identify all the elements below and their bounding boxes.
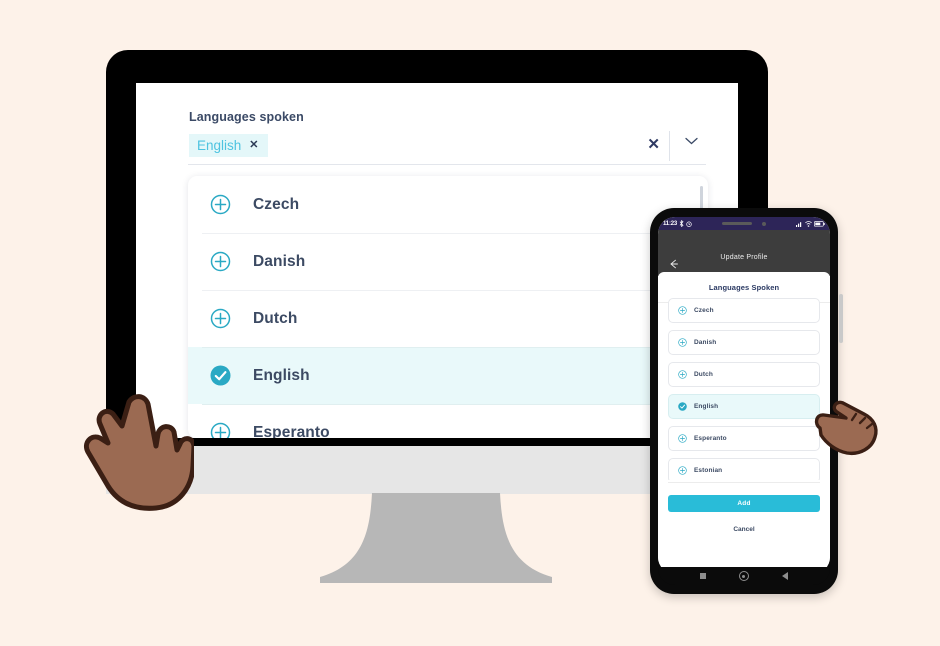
phone-screen: 11:23 Update Profile Languages Spoken Cz… bbox=[658, 217, 830, 574]
field-label: Languages spoken bbox=[189, 110, 304, 124]
selected-chip-english[interactable]: English ✕ bbox=[189, 134, 268, 157]
dropdown-option-label: Dutch bbox=[253, 309, 298, 327]
monitor-screen: Languages spoken English ✕ ✕ Czech Danish… bbox=[136, 83, 738, 438]
phone-notch bbox=[708, 217, 780, 230]
check-circle-icon[interactable] bbox=[210, 365, 231, 386]
phone-option-label: English bbox=[694, 403, 719, 410]
plus-circle-icon[interactable] bbox=[678, 338, 687, 347]
dropdown-option-row[interactable]: English bbox=[188, 347, 708, 404]
languages-bottom-sheet: Languages Spoken Czech Danish Dutch English… bbox=[658, 272, 830, 574]
dropdown-option-label: English bbox=[253, 366, 310, 384]
sheet-divider-bottom bbox=[668, 482, 820, 483]
wifi-icon bbox=[805, 220, 812, 227]
sheet-title: Languages Spoken bbox=[708, 283, 780, 292]
plus-circle-icon[interactable] bbox=[210, 422, 231, 438]
page-scrollbar[interactable] bbox=[839, 294, 843, 343]
back-triangle-icon[interactable] bbox=[781, 572, 788, 580]
add-button[interactable]: Add bbox=[668, 495, 820, 512]
dropdown-option-row[interactable]: Esperanto bbox=[188, 404, 708, 438]
phone-option-card[interactable]: Estonian bbox=[668, 458, 820, 480]
earpiece-speaker-icon bbox=[722, 222, 752, 225]
phone-options-list[interactable]: Czech Danish Dutch English Esperanto Estonian bbox=[658, 294, 830, 480]
phone-option-label: Dutch bbox=[694, 371, 713, 378]
alarm-icon bbox=[686, 221, 692, 227]
control-divider bbox=[669, 131, 670, 161]
phone-option-label: Esperanto bbox=[694, 435, 727, 442]
chevron-down-icon[interactable] bbox=[685, 137, 698, 145]
chip-label: English bbox=[197, 138, 242, 153]
battery-icon bbox=[814, 220, 825, 227]
plus-circle-icon[interactable] bbox=[210, 308, 231, 329]
home-circle-icon[interactable] bbox=[738, 571, 749, 581]
signal-icon bbox=[796, 221, 802, 227]
phone-option-label: Estonian bbox=[694, 467, 723, 474]
dropdown-option-label: Danish bbox=[253, 252, 306, 270]
bluetooth-icon bbox=[679, 220, 684, 227]
phone-option-label: Czech bbox=[694, 307, 714, 314]
phone-option-card[interactable]: Esperanto bbox=[668, 426, 820, 451]
status-bar-time: 11:23 bbox=[663, 220, 678, 227]
front-camera-icon bbox=[762, 221, 766, 226]
dropdown-option-row[interactable]: Danish bbox=[188, 233, 708, 290]
phone-option-label: Danish bbox=[694, 339, 717, 346]
pointing-hand-phone bbox=[812, 398, 880, 458]
scene: Languages spoken English ✕ ✕ Czech Danish… bbox=[0, 0, 940, 646]
phone-option-card[interactable]: English bbox=[668, 394, 820, 419]
close-x-icon[interactable]: ✕ bbox=[249, 140, 258, 151]
plus-circle-icon[interactable] bbox=[210, 251, 231, 272]
check-circle-icon[interactable] bbox=[678, 402, 687, 411]
languages-dropdown-list[interactable]: Czech Danish Dutch English Esperanto bbox=[188, 176, 708, 438]
languages-select-control[interactable]: English ✕ ✕ bbox=[188, 131, 706, 165]
phone-nav-bar bbox=[658, 567, 830, 585]
monitor-stand bbox=[320, 493, 552, 583]
plus-circle-icon[interactable] bbox=[210, 194, 231, 215]
recents-square-icon[interactable] bbox=[700, 573, 707, 579]
dropdown-option-row[interactable]: Dutch bbox=[188, 290, 708, 347]
plus-circle-icon[interactable] bbox=[678, 434, 687, 443]
dropdown-option-row[interactable]: Czech bbox=[188, 176, 708, 233]
phone-option-card[interactable]: Dutch bbox=[668, 362, 820, 387]
phone-option-card[interactable]: Czech bbox=[668, 298, 820, 323]
dropdown-option-label: Esperanto bbox=[253, 423, 330, 439]
plus-circle-icon[interactable] bbox=[678, 370, 687, 379]
phone-app-bar: Update Profile bbox=[658, 230, 830, 276]
plus-circle-icon[interactable] bbox=[678, 306, 687, 315]
android-phone: 11:23 Update Profile Languages Spoken Cz… bbox=[650, 208, 838, 594]
cancel-button[interactable]: Cancel bbox=[658, 526, 830, 533]
phone-option-card[interactable]: Danish bbox=[668, 330, 820, 355]
pointing-hand-desktop bbox=[82, 390, 194, 512]
clear-x-icon[interactable]: ✕ bbox=[647, 135, 660, 153]
app-bar-title: Update Profile bbox=[720, 254, 768, 261]
plus-circle-icon[interactable] bbox=[678, 466, 687, 475]
dropdown-option-label: Czech bbox=[253, 195, 300, 213]
